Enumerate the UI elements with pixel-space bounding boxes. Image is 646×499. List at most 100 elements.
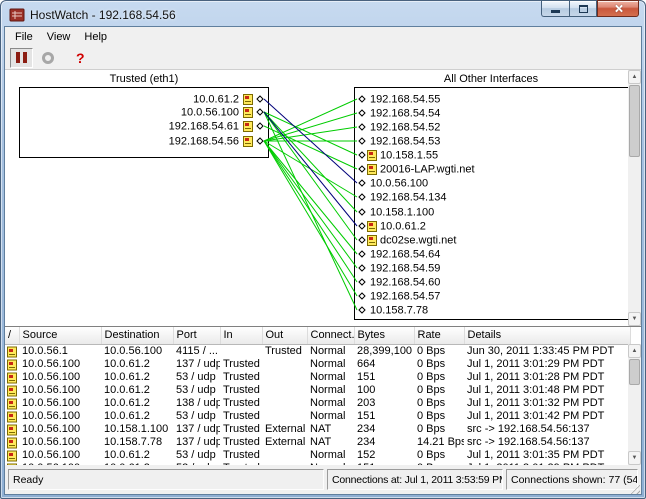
column-header-destination[interactable]: Destination [101,327,173,344]
connection-row[interactable]: 10.0.56.10010.158.7.78137 / udpTrustedEx… [5,436,630,449]
cell-port: 53 / udp [173,410,220,423]
cell-in: Trusted [220,397,262,410]
arrow-down-icon: ▼ [632,316,638,322]
table-scrollbar[interactable]: ▲ ▼ [628,344,641,465]
cell-source: 10.0.56.100 [19,358,101,371]
scrollbar-track[interactable] [628,358,641,451]
menu-view[interactable]: View [40,29,78,45]
cell-connections: Normal [307,384,354,397]
connection-line [264,141,357,296]
minimize-icon [551,10,560,13]
trusted-host-label[interactable]: 10.0.61.2 [193,94,239,106]
maximize-icon [579,5,588,13]
row-host-icon [5,397,19,410]
trusted-host-label[interactable]: 10.0.56.100 [181,107,239,119]
maximize-button[interactable] [569,0,597,17]
cell-details: Jul 1, 2011 3:01:35 PM PDT [464,449,630,462]
connection-row[interactable]: 10.0.56.10010.0.61.2138 / udpTrustedNorm… [5,397,630,410]
column-header-source[interactable]: Source [19,327,101,344]
other-host-label[interactable]: 192.168.54.59 [370,263,440,275]
host-icon [244,137,253,147]
other-host-label[interactable]: 192.168.54.57 [370,291,440,303]
column-header-rate[interactable]: Rate [414,327,464,344]
column-header-bytes[interactable]: Bytes [354,327,414,344]
scrollbar-thumb[interactable] [629,85,640,157]
other-host-label[interactable]: 192.168.54.60 [370,277,440,289]
cell-out: External [262,423,307,436]
scroll-up-button[interactable]: ▲ [628,70,641,84]
other-host-label[interactable]: dc02se.wgti.net [380,235,456,247]
cell-destination: 10.158.7.78 [101,436,173,449]
scroll-down-button[interactable]: ▼ [628,312,641,326]
row-host-icon [5,423,19,436]
other-host-label[interactable]: 192.168.54.52 [370,122,440,134]
scrollbar-thumb[interactable] [629,359,640,385]
cell-source: 10.0.56.100 [19,423,101,436]
cell-source: 10.0.56.1 [19,344,101,358]
other-host-label[interactable]: 192.168.54.64 [370,249,440,261]
connection-line [264,112,357,155]
other-host-label[interactable]: 192.168.54.53 [370,136,440,148]
cell-rate: 0 Bps [414,410,464,423]
column-header-connections[interactable]: Connect... [307,327,354,344]
other-host-label[interactable]: 20016-LAP.wgti.net [380,164,475,176]
minimize-button[interactable] [541,0,569,17]
host-icon [368,165,377,175]
cell-connections: Normal [307,371,354,384]
cell-bytes: 203 [354,397,414,410]
other-host-label[interactable]: 10.0.56.100 [370,178,428,190]
column-header-in[interactable]: In [220,327,262,344]
cell-rate: 0 Bps [414,371,464,384]
other-panel-label: All Other Interfaces [444,73,539,85]
help-button[interactable]: ? [76,50,85,66]
row-host-icon [5,449,19,462]
scroll-down-button[interactable]: ▼ [628,451,641,465]
trusted-host-label[interactable]: 192.168.54.61 [169,121,239,133]
other-host-label[interactable]: 10.158.1.100 [370,207,434,219]
connection-line [264,112,357,240]
diagram-scrollbar[interactable]: ▲ ▼ [628,70,641,326]
connection-row[interactable]: 10.0.56.10010.158.1.100137 / udpTrustedE… [5,423,630,436]
cell-destination: 10.0.56.100 [101,344,173,358]
other-host-label[interactable]: 10.158.7.78 [370,305,428,317]
other-host-label[interactable]: 10.158.1.55 [380,150,438,162]
connection-row[interactable]: 10.0.56.10010.0.61.2137 / udpTrustedNorm… [5,358,630,371]
other-host-label[interactable]: 192.168.54.134 [370,192,446,204]
cell-destination: 10.0.61.2 [101,410,173,423]
connections-table: /SourceDestinationPortInOutConnect...Byt… [5,327,641,465]
titlebar[interactable]: HostWatch - 192.168.54.56 [1,1,645,26]
cell-out [262,397,307,410]
column-header-port[interactable]: Port [173,327,220,344]
connection-line [264,112,357,310]
other-host-label[interactable]: 192.168.54.54 [370,108,440,120]
status-ready: Ready [8,469,324,490]
stop-button[interactable] [36,48,59,68]
row-host-icon [5,384,19,397]
pause-button[interactable] [10,48,33,68]
cell-rate: 14.21 Bps [414,436,464,449]
column-header-sort[interactable]: / [5,327,19,344]
scrollbar-track[interactable] [628,84,641,312]
host-icon [244,95,253,105]
connection-row[interactable]: 10.0.56.10010.0.61.253 / udpTrustedNorma… [5,410,630,423]
column-header-details[interactable]: Details [464,327,630,344]
close-button[interactable] [597,0,639,17]
connection-row[interactable]: 10.0.56.10010.0.61.253 / udpTrustedNorma… [5,384,630,397]
connection-line [264,141,357,268]
cell-out: External [262,436,307,449]
table-body: 10.0.56.110.0.56.1004115 / ...TrustedNor… [5,344,630,465]
connection-row[interactable]: 10.0.56.10010.0.61.253 / udpTrustedNorma… [5,449,630,462]
cell-bytes: 664 [354,358,414,371]
connection-row[interactable]: 10.0.56.110.0.56.1004115 / ...TrustedNor… [5,344,630,358]
menu-file[interactable]: File [8,29,40,45]
cell-connections: Normal [307,358,354,371]
cell-source: 10.0.56.100 [19,397,101,410]
menu-help[interactable]: Help [77,29,114,45]
other-host-label[interactable]: 192.168.54.55 [370,94,440,106]
cell-bytes: 234 [354,436,414,449]
column-header-out[interactable]: Out [262,327,307,344]
other-host-label[interactable]: 10.0.61.2 [380,221,426,233]
trusted-host-label[interactable]: 192.168.54.56 [169,136,239,148]
connection-row[interactable]: 10.0.56.10010.0.61.253 / udpTrustedNorma… [5,371,630,384]
scroll-up-button[interactable]: ▲ [628,344,641,358]
